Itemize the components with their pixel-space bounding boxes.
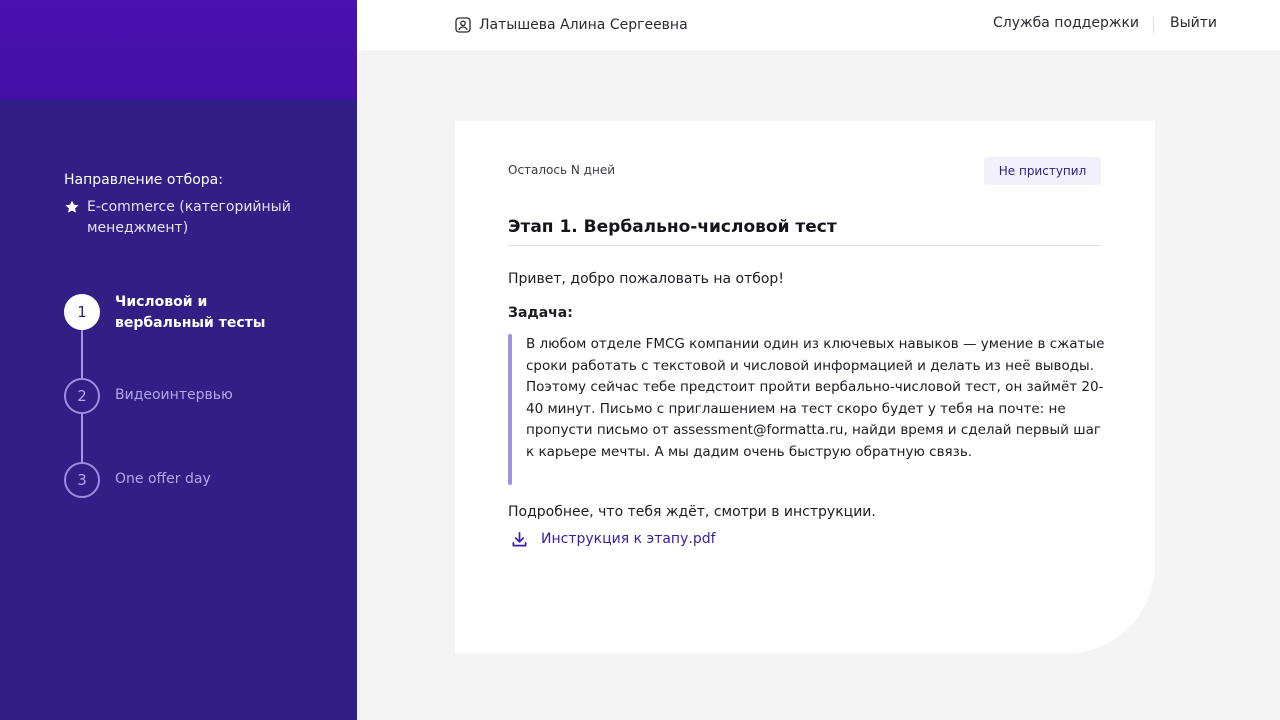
logout-link[interactable]: Выйти: [1170, 15, 1217, 31]
greeting-text: Привет, добро пожаловать на отбор!: [508, 271, 784, 287]
instruction-pdf-link[interactable]: Инструкция к этапу.pdf: [511, 529, 716, 549]
stage-title: Этап 1. Вербально-числовой тест: [508, 217, 837, 237]
pdf-link-label: Инструкция к этапу.pdf: [541, 531, 716, 547]
step-1-label: Числовой и вербальный тесты: [115, 294, 266, 331]
task-label: Задача:: [508, 305, 573, 321]
step-3-label: One offer day: [115, 471, 211, 487]
user-name: Латышева Алина Сергеевна: [479, 17, 688, 33]
task-quote-bar: [508, 334, 512, 485]
step-2-label: Видеоинтервью: [115, 387, 233, 403]
direction-text: E-commerce (категорийный менеджмент): [87, 199, 291, 236]
days-left: Осталось N дней: [508, 163, 615, 177]
stage-card: Осталось N дней Не приступил Этап 1. Вер…: [455, 121, 1155, 654]
header-divider: [1153, 17, 1154, 33]
step-3-number: 3: [64, 462, 100, 498]
top-bar: Латышева Алина Сергеевна Служба поддержк…: [357, 0, 1280, 50]
step-2-number: 2: [64, 378, 100, 414]
star-icon: [65, 200, 79, 213]
title-divider: [508, 245, 1101, 246]
direction-title: Направление отбора:: [64, 172, 223, 188]
user-profile[interactable]: Латышева Алина Сергеевна: [455, 15, 688, 35]
task-description: В любом отделе FMCG компании один из клю…: [526, 336, 1105, 460]
support-link[interactable]: Служба поддержки: [993, 15, 1139, 31]
download-icon: [512, 531, 527, 546]
status-badge: Не приступил: [984, 157, 1101, 185]
sidebar: Направление отбора: E-commerce (категори…: [0, 0, 357, 720]
user-badge-icon: [455, 17, 471, 33]
sidebar-header-band: [0, 0, 357, 100]
stage-stepper: 1 Числовой и вербальный тесты 2 Видеоинт…: [64, 294, 344, 504]
step-1-number: 1: [64, 294, 100, 330]
more-info-text: Подробнее, что тебя ждёт, смотри в инстр…: [508, 504, 876, 520]
